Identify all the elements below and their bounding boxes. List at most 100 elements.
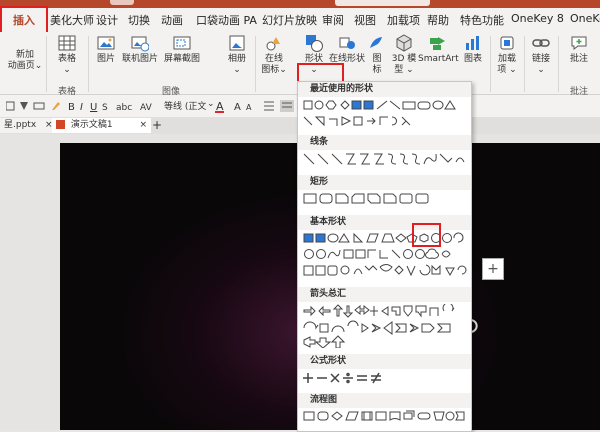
title-decoration — [110, 0, 134, 5]
link-icon — [532, 39, 550, 47]
tab-slideshow[interactable]: 幻灯片放映 — [262, 12, 317, 28]
online-shapes-button[interactable]: 在线形状 — [328, 34, 366, 65]
addins-label: 加载 项 ⌄ — [497, 54, 517, 75]
close-icon[interactable]: × — [139, 120, 147, 130]
doc-tab-presentation1[interactable]: 演示文稿1 × — [52, 118, 152, 133]
icons-icon — [370, 37, 382, 48]
table-label: 表格 ⌄ — [57, 54, 76, 75]
online-shapes-icon — [339, 37, 355, 49]
icons-label: 图 标 — [372, 54, 382, 75]
tab-onekey8[interactable]: OneKey 8 — [511, 12, 564, 25]
tab-transitions[interactable]: 切换 — [128, 12, 150, 28]
chart-icon — [466, 36, 479, 50]
link-label: 链接 ⌄ — [531, 54, 550, 75]
online-picture-label: 联机图片 — [121, 54, 158, 64]
shapes-dropdown: 最近使用的形状 线条 矩形 基本形状 箭头总汇 公式形状 流程图 — [297, 81, 472, 432]
svg-text:I: I — [80, 102, 83, 112]
lines-grid[interactable] — [302, 152, 467, 166]
new-animation-page-button[interactable]: 新加 动画页⌄ — [6, 50, 44, 72]
online-shapes-label: 在线形状 — [328, 54, 365, 64]
chart-label: 图表 — [463, 54, 482, 64]
recent-shapes-grid[interactable] — [302, 99, 467, 131]
tab-addins[interactable]: 加载项 — [387, 12, 420, 28]
online-icons-button[interactable]: 在线 图标⌄ — [260, 34, 288, 76]
online-picture-button[interactable]: 联机图片 — [120, 34, 160, 65]
basic-shapes-grid[interactable] — [302, 232, 467, 280]
screenshot-icon — [173, 36, 191, 50]
ribbon-separator — [524, 36, 525, 92]
equation-shapes-grid[interactable] — [302, 371, 467, 385]
tab-animations[interactable]: 动画 — [161, 12, 183, 28]
ribbon-tab-bar: 插入 美化大师 设计 切换 动画 口袋动画 PA 幻灯片放映 审阅 视图 加载项… — [0, 8, 600, 32]
shapes-icon — [306, 35, 323, 52]
table-icon — [58, 35, 76, 51]
album-icon — [229, 35, 245, 51]
table-button[interactable]: 表格 ⌄ — [52, 34, 82, 76]
album-button[interactable]: 相册 ⌄ — [224, 34, 250, 76]
title-search-box[interactable] — [335, 0, 430, 6]
svg-text:S: S — [102, 103, 108, 112]
svg-text:B: B — [68, 102, 75, 112]
online-icons-icon — [266, 37, 280, 51]
section-arrows: 箭头总汇 — [298, 287, 471, 302]
svg-text:abc: abc — [116, 103, 132, 112]
smartart-icon — [430, 37, 445, 50]
section-flowchart: 流程图 — [298, 393, 471, 408]
doc-tab-star-label: 星.pptx — [4, 120, 37, 130]
addins-button[interactable]: 加载 项 ⌄ — [494, 34, 520, 76]
ribbon-separator — [490, 36, 491, 92]
new-tab-button[interactable]: + — [148, 118, 166, 133]
doc-tab-presentation1-label: 演示文稿1 — [70, 120, 113, 130]
section-basic-shapes: 基本形状 — [298, 215, 471, 230]
3d-model-button[interactable]: 3D 模 型 ⌄ — [390, 34, 418, 76]
comment-button[interactable]: 批注 — [562, 34, 596, 65]
format-toolbar-icons-right: A A A — [215, 100, 294, 113]
section-rectangles: 矩形 — [298, 175, 471, 190]
chart-button[interactable]: 图表 — [462, 34, 484, 65]
tab-beautify-master[interactable]: 美化大师 — [50, 12, 94, 28]
doc-tab-star[interactable]: 星.pptx × — [0, 118, 57, 133]
format-toolbar-icons: B I U S abc AV — [6, 101, 153, 112]
svg-text:AV: AV — [140, 103, 153, 112]
screenshot-button[interactable]: 屏幕截图 — [162, 34, 202, 65]
rectangles-grid[interactable] — [302, 192, 467, 206]
ppt-file-icon — [56, 120, 65, 129]
svg-text:A: A — [234, 102, 241, 113]
picture-button[interactable]: 图片 — [94, 34, 118, 65]
link-button[interactable]: 链接 ⌄ — [528, 34, 554, 76]
picture-icon — [97, 36, 115, 50]
oval-shape-highlight — [412, 223, 441, 247]
tab-pocket-animation[interactable]: 口袋动画 PA — [196, 12, 257, 28]
tab-review[interactable]: 审阅 — [322, 12, 344, 28]
section-equation-shapes: 公式形状 — [298, 354, 471, 369]
tab-design[interactable]: 设计 — [96, 12, 118, 28]
tab-special-features[interactable]: 特色功能 — [460, 12, 504, 28]
comment-label: 批注 — [569, 54, 588, 64]
smartart-label: SmartArt — [418, 54, 459, 64]
new-animation-page-label: 新加 动画页⌄ — [7, 50, 43, 71]
section-recent-shapes: 最近使用的形状 — [298, 82, 471, 97]
album-label: 相册 ⌄ — [227, 54, 246, 75]
svg-text:A: A — [246, 103, 252, 112]
ribbon-separator — [255, 36, 256, 92]
online-icons-label: 在线 图标⌄ — [261, 54, 287, 75]
icons-button[interactable]: 图 标 — [366, 34, 388, 76]
ribbon-separator — [88, 36, 89, 92]
tab-view[interactable]: 视图 — [354, 12, 376, 28]
flowchart-grid[interactable] — [302, 410, 467, 430]
cube-icon — [396, 34, 412, 52]
comment-icon — [571, 36, 587, 50]
online-picture-icon — [131, 36, 149, 52]
smartart-button[interactable]: SmartArt — [418, 34, 459, 65]
tab-onekey[interactable]: OneKey — [570, 12, 600, 25]
add-element-button[interactable]: + — [482, 258, 504, 280]
picture-label: 图片 — [96, 54, 115, 64]
font-name-select[interactable]: 等线 (正文 — [164, 99, 206, 112]
ribbon-separator — [46, 36, 47, 92]
title-bar — [0, 0, 600, 8]
tab-help[interactable]: 帮助 — [427, 12, 449, 28]
ribbon-separator — [558, 36, 559, 92]
arrows-grid[interactable] — [302, 304, 467, 348]
section-lines: 线条 — [298, 135, 471, 150]
svg-text:U: U — [90, 102, 97, 112]
